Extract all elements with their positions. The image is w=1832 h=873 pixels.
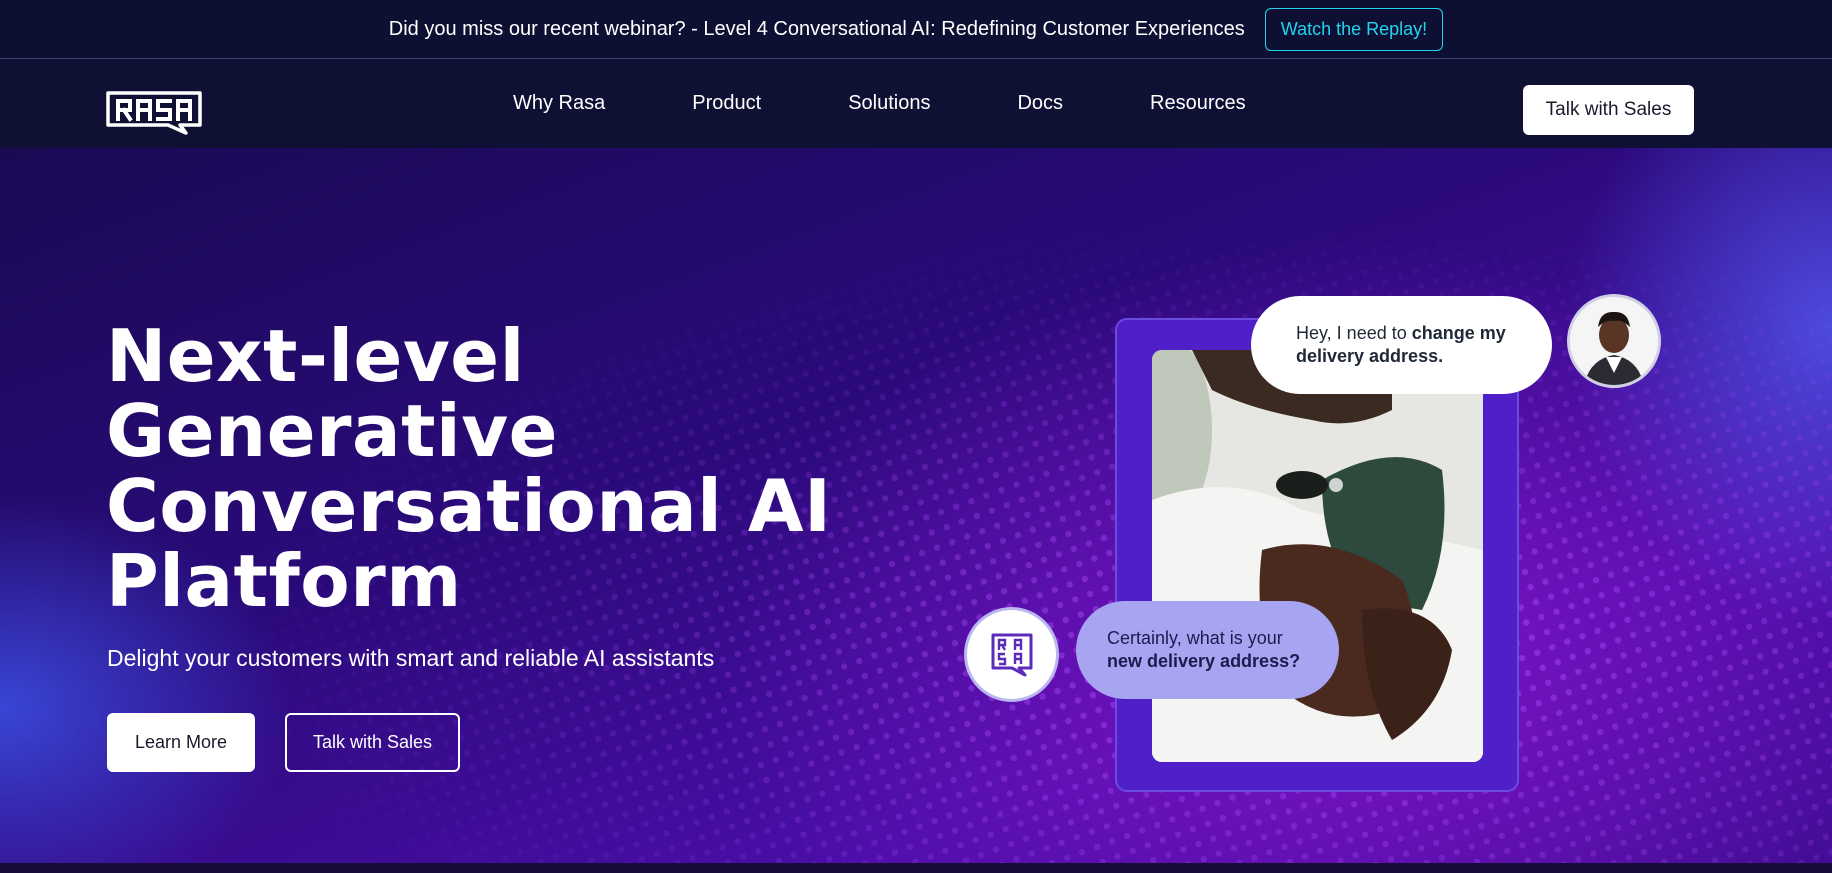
hero-title-line: Platform: [106, 539, 462, 623]
user-chat-bubble: Hey, I need to change my delivery addres…: [1251, 296, 1552, 394]
rasa-bot-avatar: [964, 607, 1059, 702]
person-with-phone-image: [1152, 350, 1483, 762]
bot-message-text: Certainly, what is your: [1107, 628, 1283, 648]
announcement-text: Did you miss our recent webinar? - Level…: [388, 17, 1245, 40]
user-message-text: Hey, I need to: [1296, 323, 1412, 343]
bot-message-emphasis: new delivery address?: [1107, 651, 1301, 671]
nav-item-solutions[interactable]: Solutions: [848, 92, 930, 115]
hero-section: Next-level Generative Conversational AI …: [0, 148, 1832, 863]
nav-item-resources[interactable]: Resources: [1150, 92, 1246, 115]
learn-more-button[interactable]: Learn More: [107, 713, 255, 772]
bottom-divider: [0, 863, 1832, 873]
nav-item-docs[interactable]: Docs: [1017, 92, 1063, 115]
hero-title-line: Generative: [106, 389, 558, 473]
nav-item-why-rasa[interactable]: Why Rasa: [513, 92, 605, 115]
rasa-logo[interactable]: [106, 91, 202, 135]
hero-title: Next-level Generative Conversational AI …: [106, 319, 866, 619]
watch-replay-button[interactable]: Watch the Replay!: [1264, 7, 1444, 51]
hero-title-line: Next-level: [106, 314, 525, 398]
rasa-chat-icon: [991, 633, 1032, 676]
main-nav: Why Rasa Product Solutions Docs Resource…: [0, 59, 1832, 148]
bot-chat-bubble: Certainly, what is your new delivery add…: [1076, 601, 1339, 699]
user-avatar: [1567, 294, 1661, 388]
hero-title-line: Conversational AI: [106, 464, 832, 548]
announcement-bar: Did you miss our recent webinar? - Level…: [0, 0, 1832, 59]
hero-subtitle: Delight your customers with smart and re…: [107, 645, 715, 671]
talk-with-sales-nav-button[interactable]: Talk with Sales: [1523, 85, 1694, 135]
nav-menu: Why Rasa Product Solutions Docs Resource…: [513, 59, 1246, 148]
nav-item-product[interactable]: Product: [692, 92, 761, 115]
talk-with-sales-hero-button[interactable]: Talk with Sales: [285, 713, 460, 772]
